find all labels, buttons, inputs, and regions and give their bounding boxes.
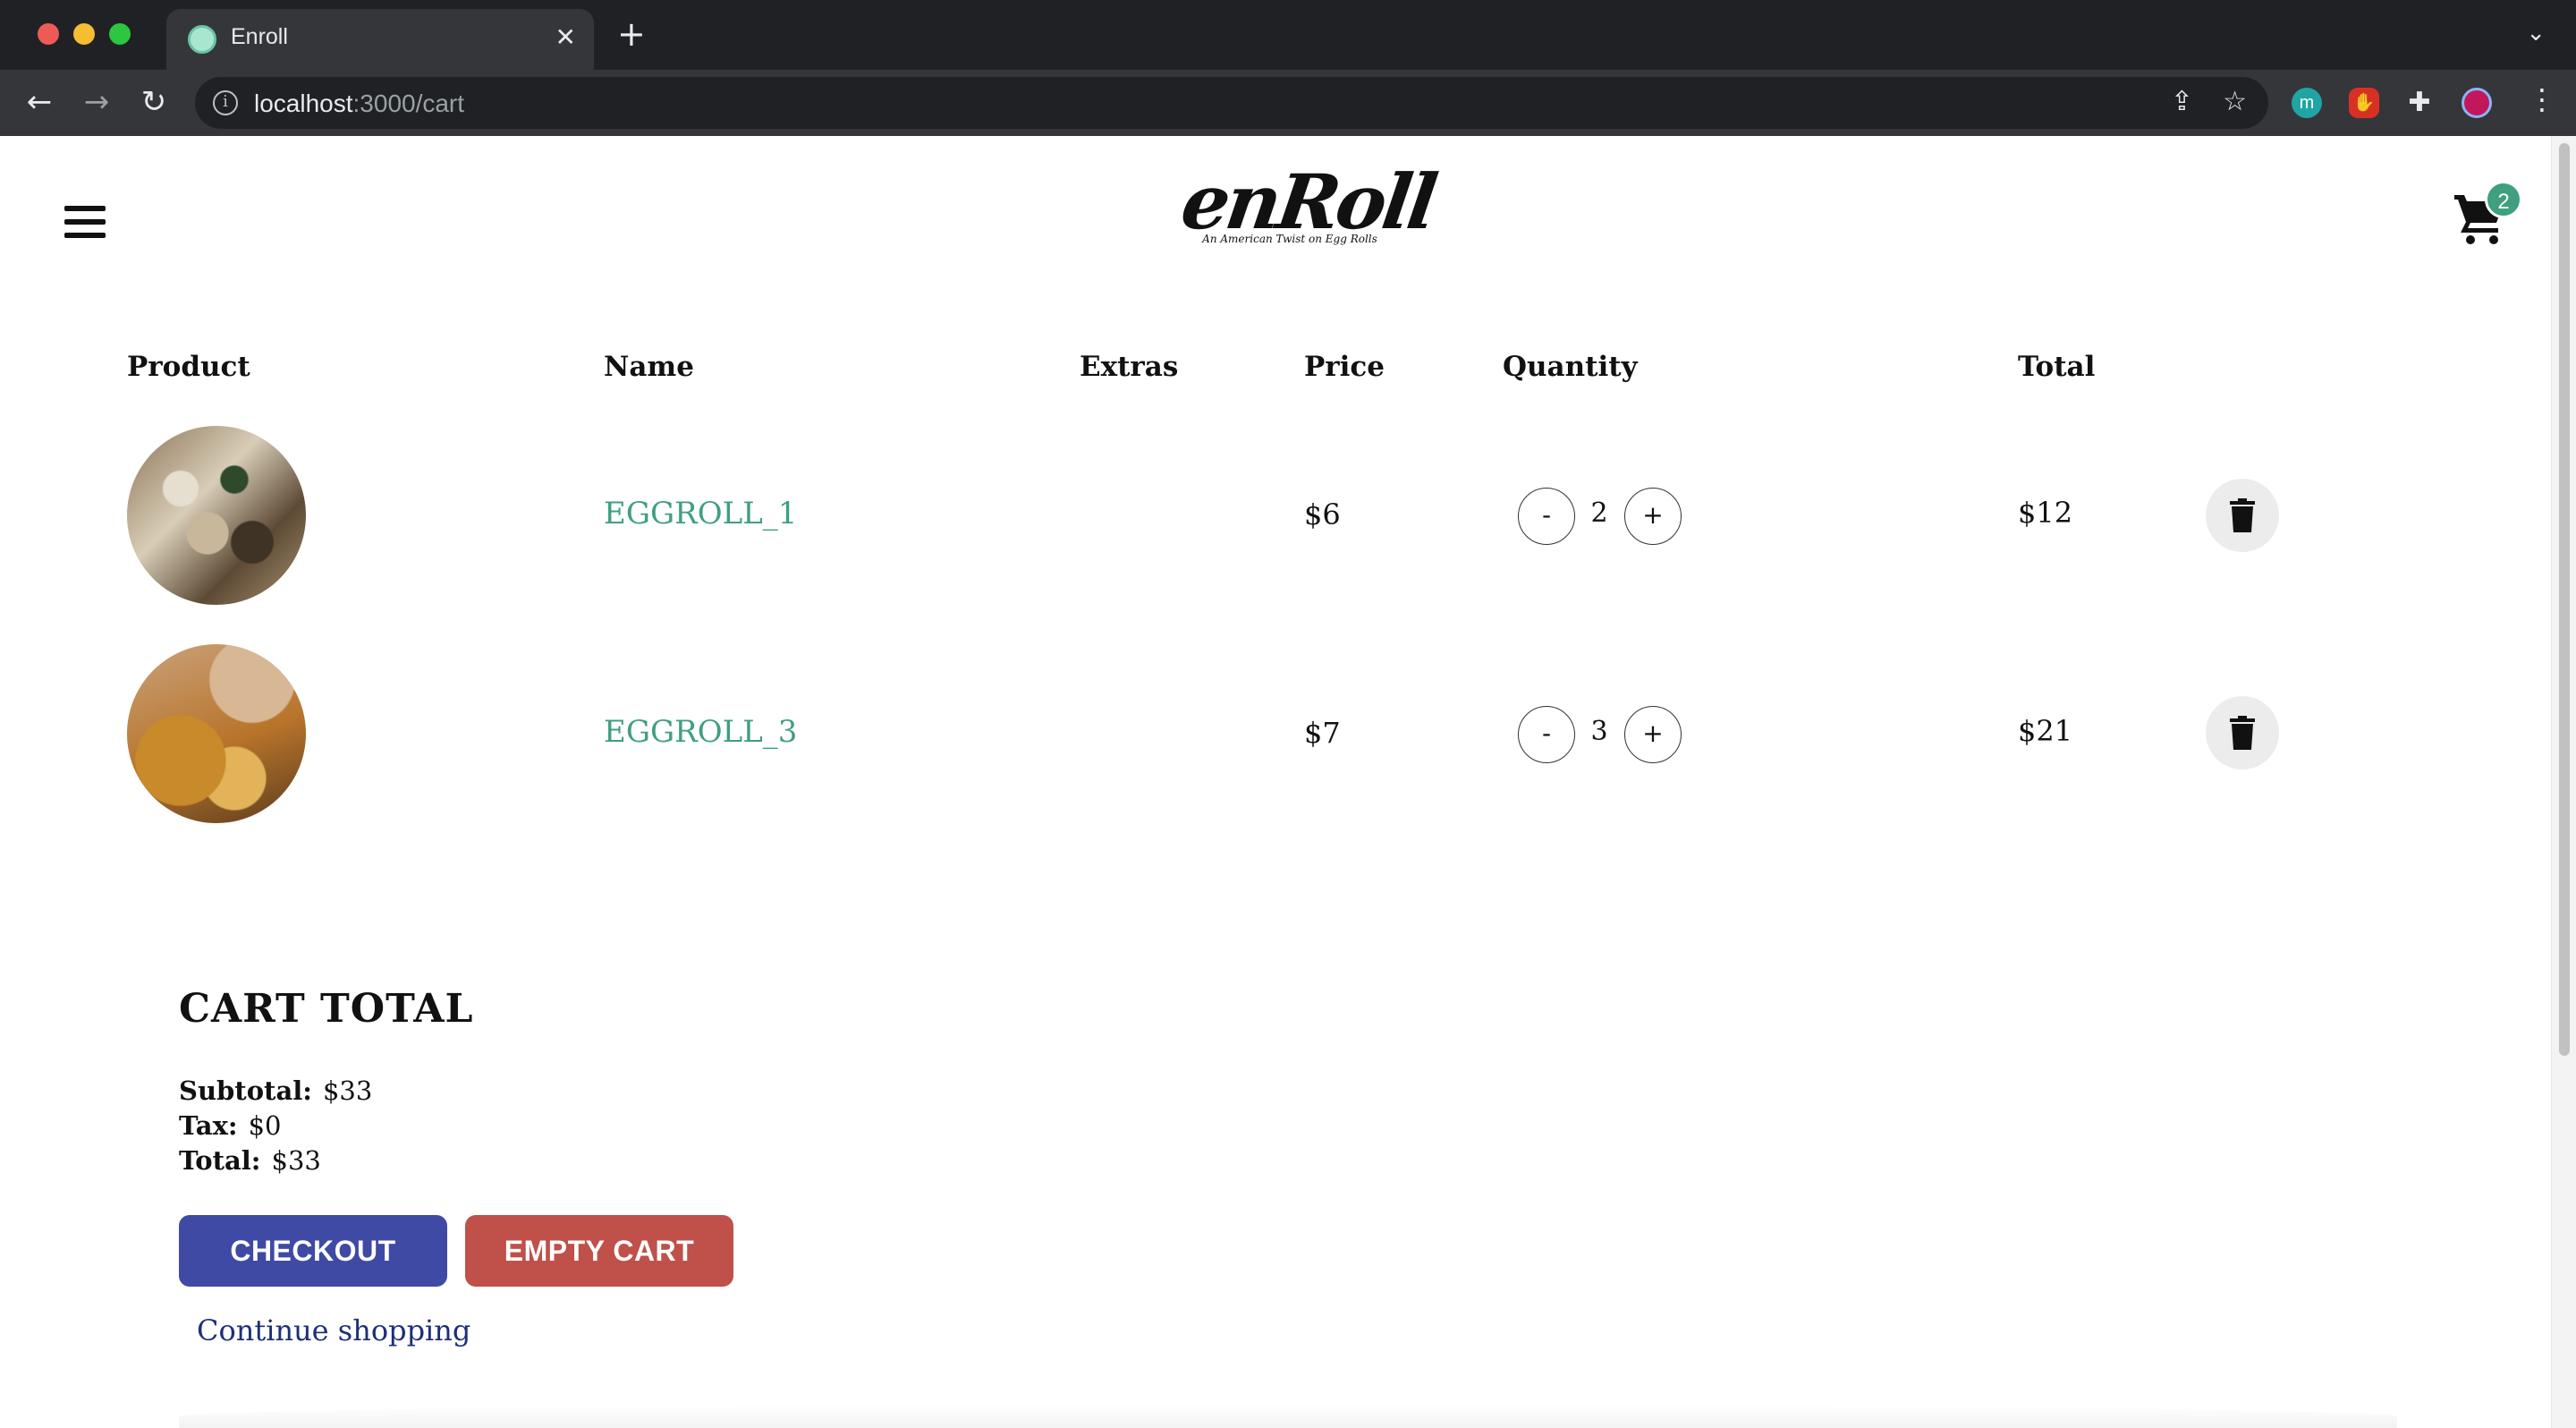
kebab-icon[interactable]: ⋮ — [2528, 82, 2556, 116]
profile-avatar[interactable] — [2462, 88, 2492, 118]
total-label: Total: — [179, 1145, 261, 1176]
page-content: enRoll An American Twist on Egg Rolls 2 … — [0, 136, 2551, 1428]
product-price: $7 — [1304, 716, 1341, 750]
trash-icon — [2230, 716, 2255, 750]
tab-close-icon[interactable]: ✕ — [555, 21, 576, 54]
increase-quantity-button[interactable]: + — [1624, 706, 1682, 763]
url-host: localhost — [254, 89, 353, 117]
minimize-window-button[interactable] — [73, 23, 95, 45]
cart-count-badge: 2 — [2485, 181, 2522, 218]
back-icon[interactable]: ← — [20, 82, 59, 122]
header-price: Price — [1304, 351, 1385, 383]
browser-chrome: Enroll ✕ + ⌄ ← → ↻ i localhost:3000/cart… — [0, 0, 2576, 136]
page-scrollbar[interactable] — [2551, 136, 2576, 1428]
extension-m-icon[interactable]: m — [2292, 88, 2322, 118]
subtotal-label: Subtotal: — [179, 1075, 312, 1106]
header-extras: Extras — [1080, 351, 1179, 383]
close-window-button[interactable] — [38, 23, 59, 45]
header-product: Product — [127, 351, 250, 383]
tax-label: Tax: — [179, 1110, 238, 1141]
tab-enroll[interactable]: Enroll ✕ — [166, 9, 594, 70]
header-total: Total — [2018, 351, 2096, 383]
delete-item-button[interactable] — [2206, 479, 2279, 552]
new-tab-button[interactable]: + — [617, 16, 646, 52]
tab-strip: Enroll ✕ + ⌄ — [0, 0, 2576, 70]
tax-value: $0 — [248, 1110, 282, 1141]
menu-bar — [64, 206, 106, 211]
maximize-window-button[interactable] — [109, 23, 131, 45]
tax-line: Tax: $0 — [179, 1110, 282, 1141]
address-bar[interactable]: i localhost:3000/cart ⇪ ☆ — [195, 77, 2268, 129]
url-text[interactable]: localhost:3000/cart — [254, 89, 464, 118]
product-name[interactable]: EGGROLL_3 — [604, 714, 797, 750]
header-name: Name — [604, 351, 694, 383]
quantity-value: 3 — [1590, 716, 1608, 747]
site-logo[interactable]: enRoll An American Twist on Egg Rolls — [1176, 157, 1439, 263]
subtotal-line: Subtotal: $33 — [179, 1075, 372, 1106]
menu-bar — [64, 219, 106, 225]
menu-icon[interactable] — [64, 206, 106, 238]
decrease-quantity-button[interactable]: - — [1518, 706, 1575, 763]
empty-cart-button[interactable]: EMPTY CART — [465, 1215, 733, 1287]
checkout-button[interactable]: CHECKOUT — [179, 1215, 447, 1287]
subtotal-value: $33 — [322, 1075, 373, 1106]
share-icon[interactable]: ⇪ — [2171, 86, 2193, 117]
continue-shopping-link[interactable]: Continue shopping — [197, 1313, 470, 1347]
total-line: Total: $33 — [179, 1145, 321, 1176]
product-price: $6 — [1304, 497, 1341, 531]
info-icon[interactable]: i — [213, 90, 238, 115]
delete-item-button[interactable] — [2206, 696, 2279, 769]
product-image — [127, 426, 306, 605]
logo-tagline: An American Twist on Egg Rolls — [1202, 233, 1377, 245]
tab-title: Enroll — [231, 24, 288, 49]
quantity-value: 2 — [1590, 497, 1608, 529]
forward-icon[interactable]: → — [77, 82, 116, 122]
product-image — [127, 644, 306, 823]
cart-total-title: CART TOTAL — [179, 986, 474, 1032]
header-quantity: Quantity — [1503, 351, 1638, 383]
footer-edge — [179, 1405, 2397, 1428]
increase-quantity-button[interactable]: + — [1624, 488, 1682, 545]
star-icon[interactable]: ☆ — [2223, 86, 2247, 117]
scrollbar-thumb[interactable] — [2559, 143, 2570, 1056]
product-name[interactable]: EGGROLL_1 — [604, 496, 797, 531]
row-total: $21 — [2018, 714, 2073, 748]
decrease-quantity-button[interactable]: - — [1518, 488, 1575, 545]
url-path: :3000/cart — [352, 89, 465, 117]
row-total: $12 — [2018, 496, 2073, 530]
trash-icon — [2230, 498, 2255, 532]
menu-bar — [64, 233, 106, 238]
puzzle-icon[interactable]: ✚ — [2404, 88, 2435, 118]
reload-icon[interactable]: ↻ — [134, 82, 174, 122]
browser-toolbar: ← → ↻ i localhost:3000/cart ⇪ ☆ m ✋ ✚ ⋮ — [0, 70, 2576, 136]
tab-search-chevron-icon[interactable]: ⌄ — [2526, 20, 2546, 47]
total-value: $33 — [271, 1145, 321, 1176]
favicon-icon — [188, 25, 216, 54]
extension-hand-icon[interactable]: ✋ — [2349, 88, 2379, 118]
